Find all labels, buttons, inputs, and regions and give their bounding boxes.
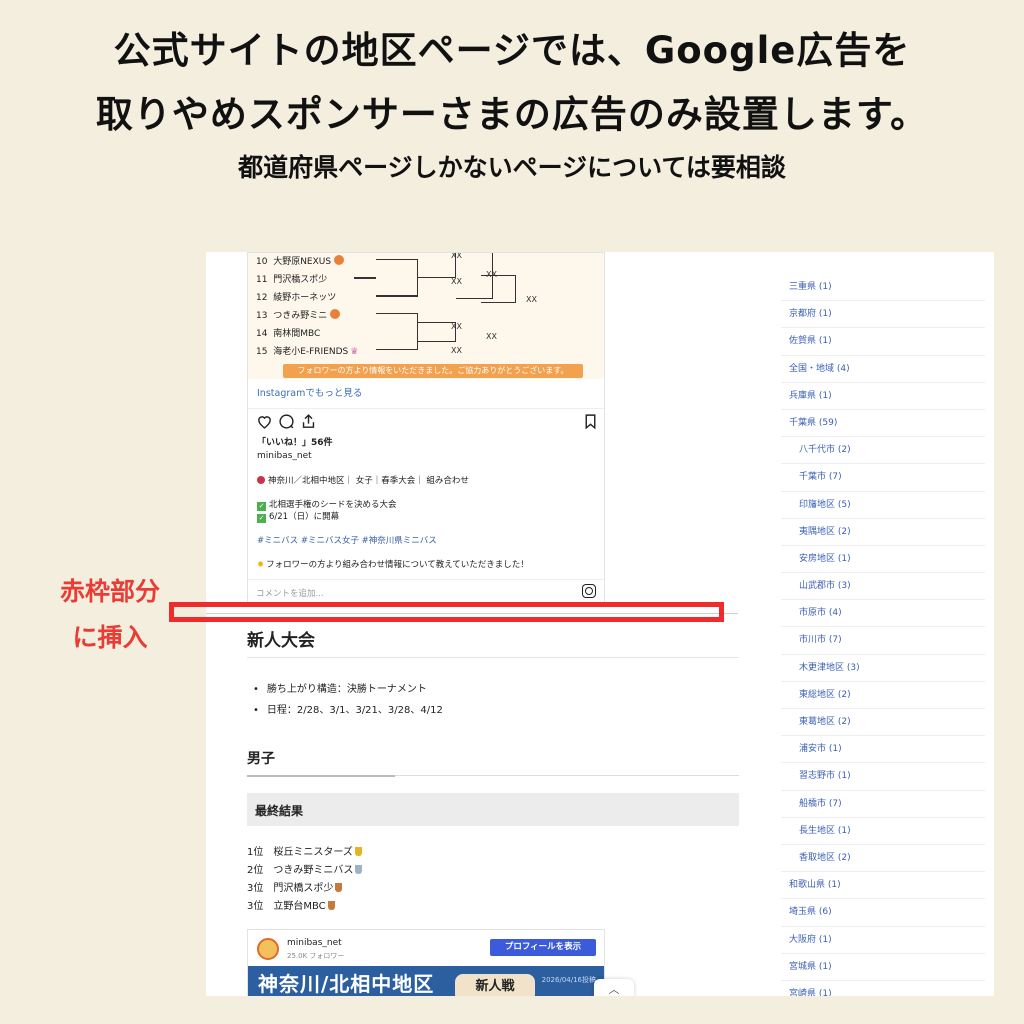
sidebar-category-link[interactable]: 市原市 (4) xyxy=(781,600,985,628)
instagram-more-link[interactable]: Instagramでもっと見る xyxy=(257,385,362,399)
sidebar-category-link[interactable]: 八千代市 (2) xyxy=(781,437,985,465)
bronze-medal-icon xyxy=(335,883,343,892)
bracket-score: XX xyxy=(486,332,497,341)
sidebar-category-link[interactable]: 大阪府 (1) xyxy=(781,927,985,954)
header-line-2: 取りやめスポンサーさまの広告のみ設置します。 xyxy=(95,93,929,136)
bracket-team-11: 11 門沢橋スポ少 xyxy=(256,275,328,285)
category-sidebar: 三重県 (1) 京都府 (1) 佐賀県 (1) 全国・地域 (4) 兵庫県 (1) 千葉県… xyxy=(781,274,985,996)
caption-line: ✓ 6/21（日）に開幕 xyxy=(257,512,340,523)
sidebar-category-link[interactable]: 長生地区 (1) xyxy=(781,818,985,845)
chevron-up-icon: ︿ xyxy=(608,983,620,996)
sparkle-icon: ✹ xyxy=(257,560,265,570)
crown-icon: ♛ xyxy=(350,347,359,357)
final-results-heading: 最終結果 xyxy=(255,804,304,818)
profile-name[interactable]: minibas_net xyxy=(287,938,342,948)
basketball-icon xyxy=(330,309,341,319)
bracket-team-15: 15 海老小E-FRIENDS ♛ xyxy=(256,347,359,357)
final-results-heading-box: 最終結果 xyxy=(247,793,739,826)
sidebar-category-link[interactable]: 安房地区 (1) xyxy=(781,546,985,574)
result-row: 3位 立野台MBC xyxy=(247,897,335,912)
sidebar-category-link[interactable]: 和歌山県 (1) xyxy=(781,872,985,900)
bracket-team-12: 12 綾野ホーネッツ xyxy=(256,293,337,303)
bracket-team-13: 13 つきみ野ミニ xyxy=(256,308,341,321)
red-circle-icon xyxy=(257,476,265,484)
scroll-top-button[interactable]: ︿ xyxy=(594,979,634,996)
note-line-1: 赤枠部分 xyxy=(59,577,160,606)
bracket-score: XX xyxy=(451,346,462,355)
sidebar-category-link[interactable]: 夷隅地区 (2) xyxy=(781,519,985,546)
sidebar-category-link[interactable]: 三重県 (1) xyxy=(781,274,985,302)
bracket-team-14: 14 南林間MBC xyxy=(256,329,321,339)
sidebar-category-link[interactable]: 京都府 (1) xyxy=(781,301,985,329)
result-row: 2位 つきみ野ミニバス xyxy=(247,861,363,876)
list-item: 日程：2/28、3/1、3/21、3/28、4/12 xyxy=(253,701,443,716)
share-icon[interactable] xyxy=(300,413,317,430)
bronze-medal-icon xyxy=(327,901,335,910)
sidebar-category-link[interactable]: 市川市 (7) xyxy=(781,627,985,655)
caption-line: ✹ フォロワーの方より組み合わせ情報について教えていただきました！ xyxy=(257,560,529,570)
gold-medal-icon xyxy=(354,847,362,856)
post-image[interactable]: 神奈川/北相中地区 2026/04/16投稿 新人戦 xyxy=(248,966,604,996)
heart-icon[interactable] xyxy=(256,413,273,430)
list-item: 勝ち上がり構造：決勝トーナメント xyxy=(253,680,427,695)
comment-icon[interactable] xyxy=(278,413,295,430)
sidebar-category-link[interactable]: 習志野市 (1) xyxy=(781,763,985,791)
sidebar-category-link[interactable]: 東葛地区 (2) xyxy=(781,709,985,737)
image-banner: フォロワーの方より情報をいただきました。ご協力ありがとうございます。 xyxy=(283,364,583,378)
like-count: 「いいね！」56件 xyxy=(257,438,333,448)
instagram-embed: 10 大野原NEXUS 11 門沢橋スポ少 12 綾野ホーネッツ 13 つきみ野… xyxy=(247,252,605,604)
website-screenshot: 10 大野原NEXUS 11 門沢橋スポ少 12 綾野ホーネッツ 13 つきみ野… xyxy=(206,252,994,996)
sidebar-category-link[interactable]: 宮城県 (1) xyxy=(781,954,985,981)
caption-line: 神奈川／北相中地区｜ 女子｜春季大会｜ 組み合わせ xyxy=(257,474,469,486)
bracket-score: XX xyxy=(451,277,462,286)
sidebar-category-link[interactable]: 佐賀県 (1) xyxy=(781,328,985,356)
sidebar-category-link[interactable]: 東総地区 (2) xyxy=(781,682,985,709)
bracket-score: XX xyxy=(451,322,462,331)
sidebar-category-link[interactable]: 山武郡市 (3) xyxy=(781,573,985,601)
bracket-score: XX xyxy=(526,295,537,304)
sidebar-category-link[interactable]: 千葉県 (59) xyxy=(781,410,985,438)
basketball-icon xyxy=(334,255,345,265)
note-line-2: に挿入 xyxy=(72,623,148,652)
bracket-score: XX xyxy=(451,253,462,260)
sidebar-category-link[interactable]: 千葉市 (7) xyxy=(781,464,985,492)
tournament-bracket-image: 10 大野原NEXUS 11 門沢橋スポ少 12 綾野ホーネッツ 13 つきみ野… xyxy=(248,253,604,379)
section-heading: 新人大会 xyxy=(247,631,315,651)
result-row: 3位 門沢橋スポ少 xyxy=(247,879,343,894)
view-profile-button[interactable]: プロフィールを表示 xyxy=(490,939,596,956)
caption-hashtags[interactable]: #ミニバス #ミニバス女子 #神奈川県ミニバス xyxy=(257,534,437,546)
sidebar-category-link[interactable]: 香取地区 (2) xyxy=(781,845,985,873)
sidebar-category-link[interactable]: 木更津地区 (3) xyxy=(781,655,985,682)
header-subtitle: 都道府県ページしかないページについては要相談 xyxy=(238,153,786,182)
bracket-team-10: 10 大野原NEXUS xyxy=(256,254,345,267)
subsection-heading: 男子 xyxy=(247,751,275,767)
instagram-username[interactable]: minibas_net xyxy=(257,451,312,461)
sidebar-category-link[interactable]: 宮崎県 (1) xyxy=(781,981,985,996)
sidebar-category-link[interactable]: 印旛地区 (5) xyxy=(781,492,985,519)
post-date: 2026/04/16投稿 xyxy=(541,976,596,984)
silver-medal-icon xyxy=(355,865,363,874)
result-row: 1位 桜丘ミニスターズ xyxy=(247,843,362,858)
sidebar-category-link[interactable]: 埼玉県 (6) xyxy=(781,899,985,927)
avatar[interactable] xyxy=(257,938,279,960)
insertion-highlight-box xyxy=(169,602,724,622)
follower-count: 25.0K フォロワー xyxy=(287,952,345,960)
header-line-1: 公式サイトの地区ページでは、Google広告を xyxy=(113,29,911,72)
sidebar-category-link[interactable]: 浦安市 (1) xyxy=(781,736,985,764)
sidebar-category-link[interactable]: 船橋市 (7) xyxy=(781,791,985,818)
checkmark-icon: ✓ xyxy=(257,514,266,523)
instagram-icon[interactable] xyxy=(582,584,596,598)
post-badge: 新人戦 xyxy=(455,974,535,996)
instagram-profile-embed: minibas_net 25.0K フォロワー プロフィールを表示 神奈川/北相… xyxy=(247,929,605,996)
comment-input[interactable]: コメントを追加... xyxy=(256,587,324,599)
sidebar-category-link[interactable]: 全国・地域 (4) xyxy=(781,356,985,383)
sidebar-category-link[interactable]: 兵庫県 (1) xyxy=(781,383,985,410)
bracket-score: XX xyxy=(486,270,497,279)
bookmark-icon[interactable] xyxy=(582,413,599,430)
post-title: 神奈川/北相中地区 xyxy=(258,972,435,996)
